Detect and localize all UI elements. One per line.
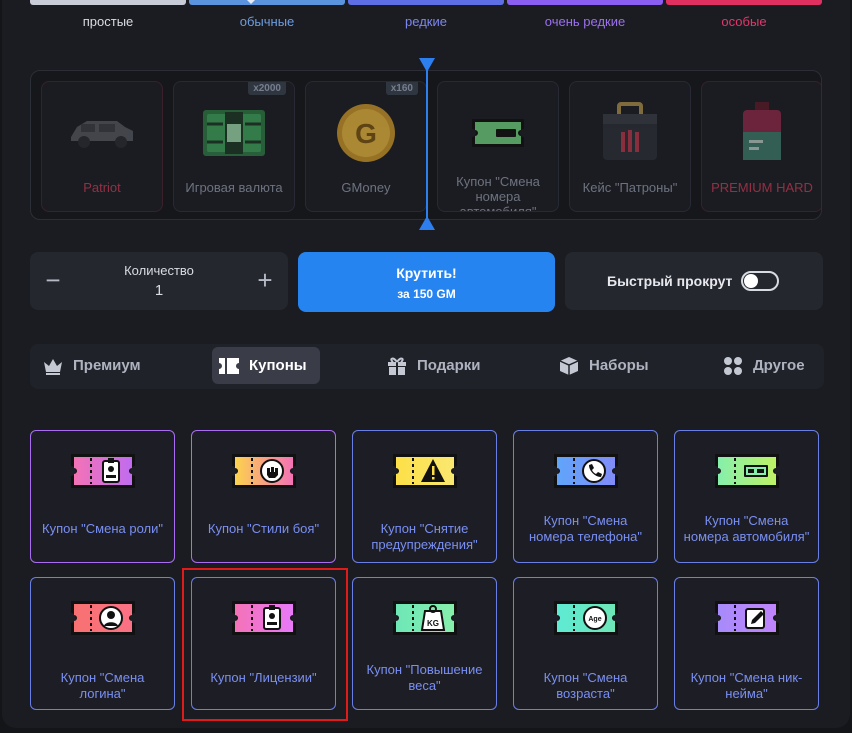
- coupon-name: Купон "Смена возраста": [543, 670, 628, 701]
- warning-icon: [392, 454, 457, 488]
- tab-label: Другое: [753, 357, 805, 374]
- crown-icon: [42, 355, 64, 377]
- svg-text:Age: Age: [588, 616, 601, 623]
- quantity-stepper: − Количество 1 +: [30, 252, 288, 310]
- increase-button[interactable]: +: [254, 267, 276, 295]
- grid-dots-icon: [722, 355, 744, 377]
- rarity-label: обычные: [239, 14, 295, 29]
- coupon-icon: [218, 355, 240, 377]
- tab-premium[interactable]: Премиум: [40, 347, 180, 384]
- rarity-common: простые: [30, 0, 186, 29]
- money-icon: [203, 110, 265, 156]
- roulette-panel: простые обычные редкие очень редкие особ…: [2, 0, 850, 728]
- coupon-card-warning-removal[interactable]: Купон "Снятие предупреждения": [352, 430, 497, 563]
- coupon-card-login-change[interactable]: Купон "Смена логина": [30, 577, 175, 710]
- gmoney-coin-icon: G: [337, 104, 395, 162]
- roulette-item-coupon-plate: Купон "Смена номера автомобиля": [437, 81, 559, 212]
- fast-spin-option: Быстрый прокрут: [565, 252, 823, 310]
- rarity-label: редкие: [405, 14, 447, 29]
- rarity-bar: простые обычные редкие очень редкие особ…: [30, 0, 824, 34]
- coupon-name: Купон "Смена номера автомобиля": [683, 513, 810, 544]
- roulette-marker: [426, 64, 428, 224]
- rarity-special: особые: [666, 0, 822, 29]
- tab-sets[interactable]: Наборы: [558, 347, 658, 384]
- phone-icon: [553, 454, 618, 488]
- svg-text:G: G: [355, 118, 377, 149]
- roulette-item-name: PREMIUM HARD: [711, 180, 813, 195]
- rarity-usual: обычные: [189, 0, 345, 29]
- edit-icon: [714, 601, 779, 635]
- weight-icon: KG: [392, 601, 457, 635]
- rarity-rare: редкие: [348, 0, 504, 29]
- badge-icon: [70, 454, 135, 488]
- coupon-name: Купон "Смена номера телефона": [528, 513, 643, 544]
- tab-coupons[interactable]: Купоны: [212, 347, 320, 384]
- tab-label: Премиум: [73, 357, 141, 374]
- license-icon: [231, 601, 296, 635]
- roulette-item-name: GMoney: [341, 180, 391, 195]
- tab-gifts[interactable]: Подарки: [386, 347, 516, 384]
- tab-label: Наборы: [589, 357, 649, 374]
- premium-card-icon: [743, 102, 781, 160]
- tab-label: Подарки: [417, 357, 481, 374]
- plate-icon: [714, 454, 779, 488]
- rarity-label: простые: [82, 14, 134, 29]
- user-icon: [70, 601, 135, 635]
- category-tabs: Премиум Купоны Подарки Наборы Другое: [30, 344, 824, 389]
- car-icon: [71, 121, 133, 148]
- fist-icon: [231, 454, 296, 488]
- rarity-pointer: [247, 0, 255, 4]
- tab-label: Купоны: [249, 357, 307, 374]
- case-icon: [603, 102, 657, 160]
- spin-button[interactable]: Крутить! за 150 GM: [298, 252, 555, 312]
- tab-other[interactable]: Другое: [722, 347, 822, 384]
- roulette-item-name: Купон "Смена номера автомобиля": [456, 174, 540, 212]
- rarity-very-rare: очень редкие: [507, 0, 663, 29]
- coupon-name: Купон "Снятие предупреждения": [371, 521, 478, 552]
- coupon-name: Купон "Смена логина": [60, 670, 145, 701]
- roulette-item-patriot: Patriot: [41, 81, 163, 212]
- coupon-card-fight-styles[interactable]: Купон "Стили боя": [191, 430, 336, 563]
- quantity-label: Количество: [124, 263, 194, 278]
- coupon-card-phone-change[interactable]: Купон "Смена номера телефона": [513, 430, 658, 563]
- age-icon: Age: [553, 601, 618, 635]
- fast-spin-label: Быстрый прокрут: [607, 273, 733, 289]
- coupon-card-weight-boost[interactable]: KG Купон "Повышение веса": [352, 577, 497, 710]
- coupon-card-licenses[interactable]: Купон "Лицензии": [191, 577, 336, 710]
- coupon-name: Купон "Смена роли": [42, 521, 163, 536]
- coupon-name: Купон "Смена ник-нейма": [690, 670, 803, 701]
- rarity-label: очень редкие: [544, 14, 626, 29]
- ticket-icon: [472, 119, 524, 147]
- coupon-card-nickname-change[interactable]: Купон "Смена ник-нейма": [674, 577, 819, 710]
- coupon-name: Купон "Лицензии": [210, 670, 317, 685]
- svg-text:KG: KG: [427, 619, 439, 628]
- roulette-item-currency: x2000 Игровая валюта: [173, 81, 295, 212]
- spin-price: за 150 GM: [397, 287, 456, 301]
- roulette-item-name: Patriot: [83, 180, 121, 195]
- coupon-card-plate-change[interactable]: Купон "Смена номера автомобиля": [674, 430, 819, 563]
- rarity-label: особые: [721, 14, 767, 29]
- roulette-item-gmoney: x160 G GMoney: [305, 81, 427, 212]
- roulette-item-name: Игровая валюта: [185, 180, 283, 195]
- roulette-item-case-ammo: Кейс "Патроны": [569, 81, 691, 212]
- roulette-item-name: Кейс "Патроны": [582, 180, 678, 195]
- coupon-card-role[interactable]: Купон "Смена роли": [30, 430, 175, 563]
- gift-icon: [386, 355, 408, 377]
- spin-label: Крутить!: [396, 265, 457, 281]
- coupon-name: Купон "Повышение веса": [366, 662, 483, 693]
- coupon-card-age-change[interactable]: Age Купон "Смена возраста": [513, 577, 658, 710]
- toggle-knob: [744, 274, 758, 288]
- fast-spin-toggle[interactable]: [741, 271, 779, 291]
- quantity-value: 1: [154, 282, 164, 299]
- coupon-name: Купон "Стили боя": [207, 521, 320, 536]
- roulette-item-premium: PREMIUM HARD: [701, 81, 821, 212]
- box-icon: [558, 355, 580, 377]
